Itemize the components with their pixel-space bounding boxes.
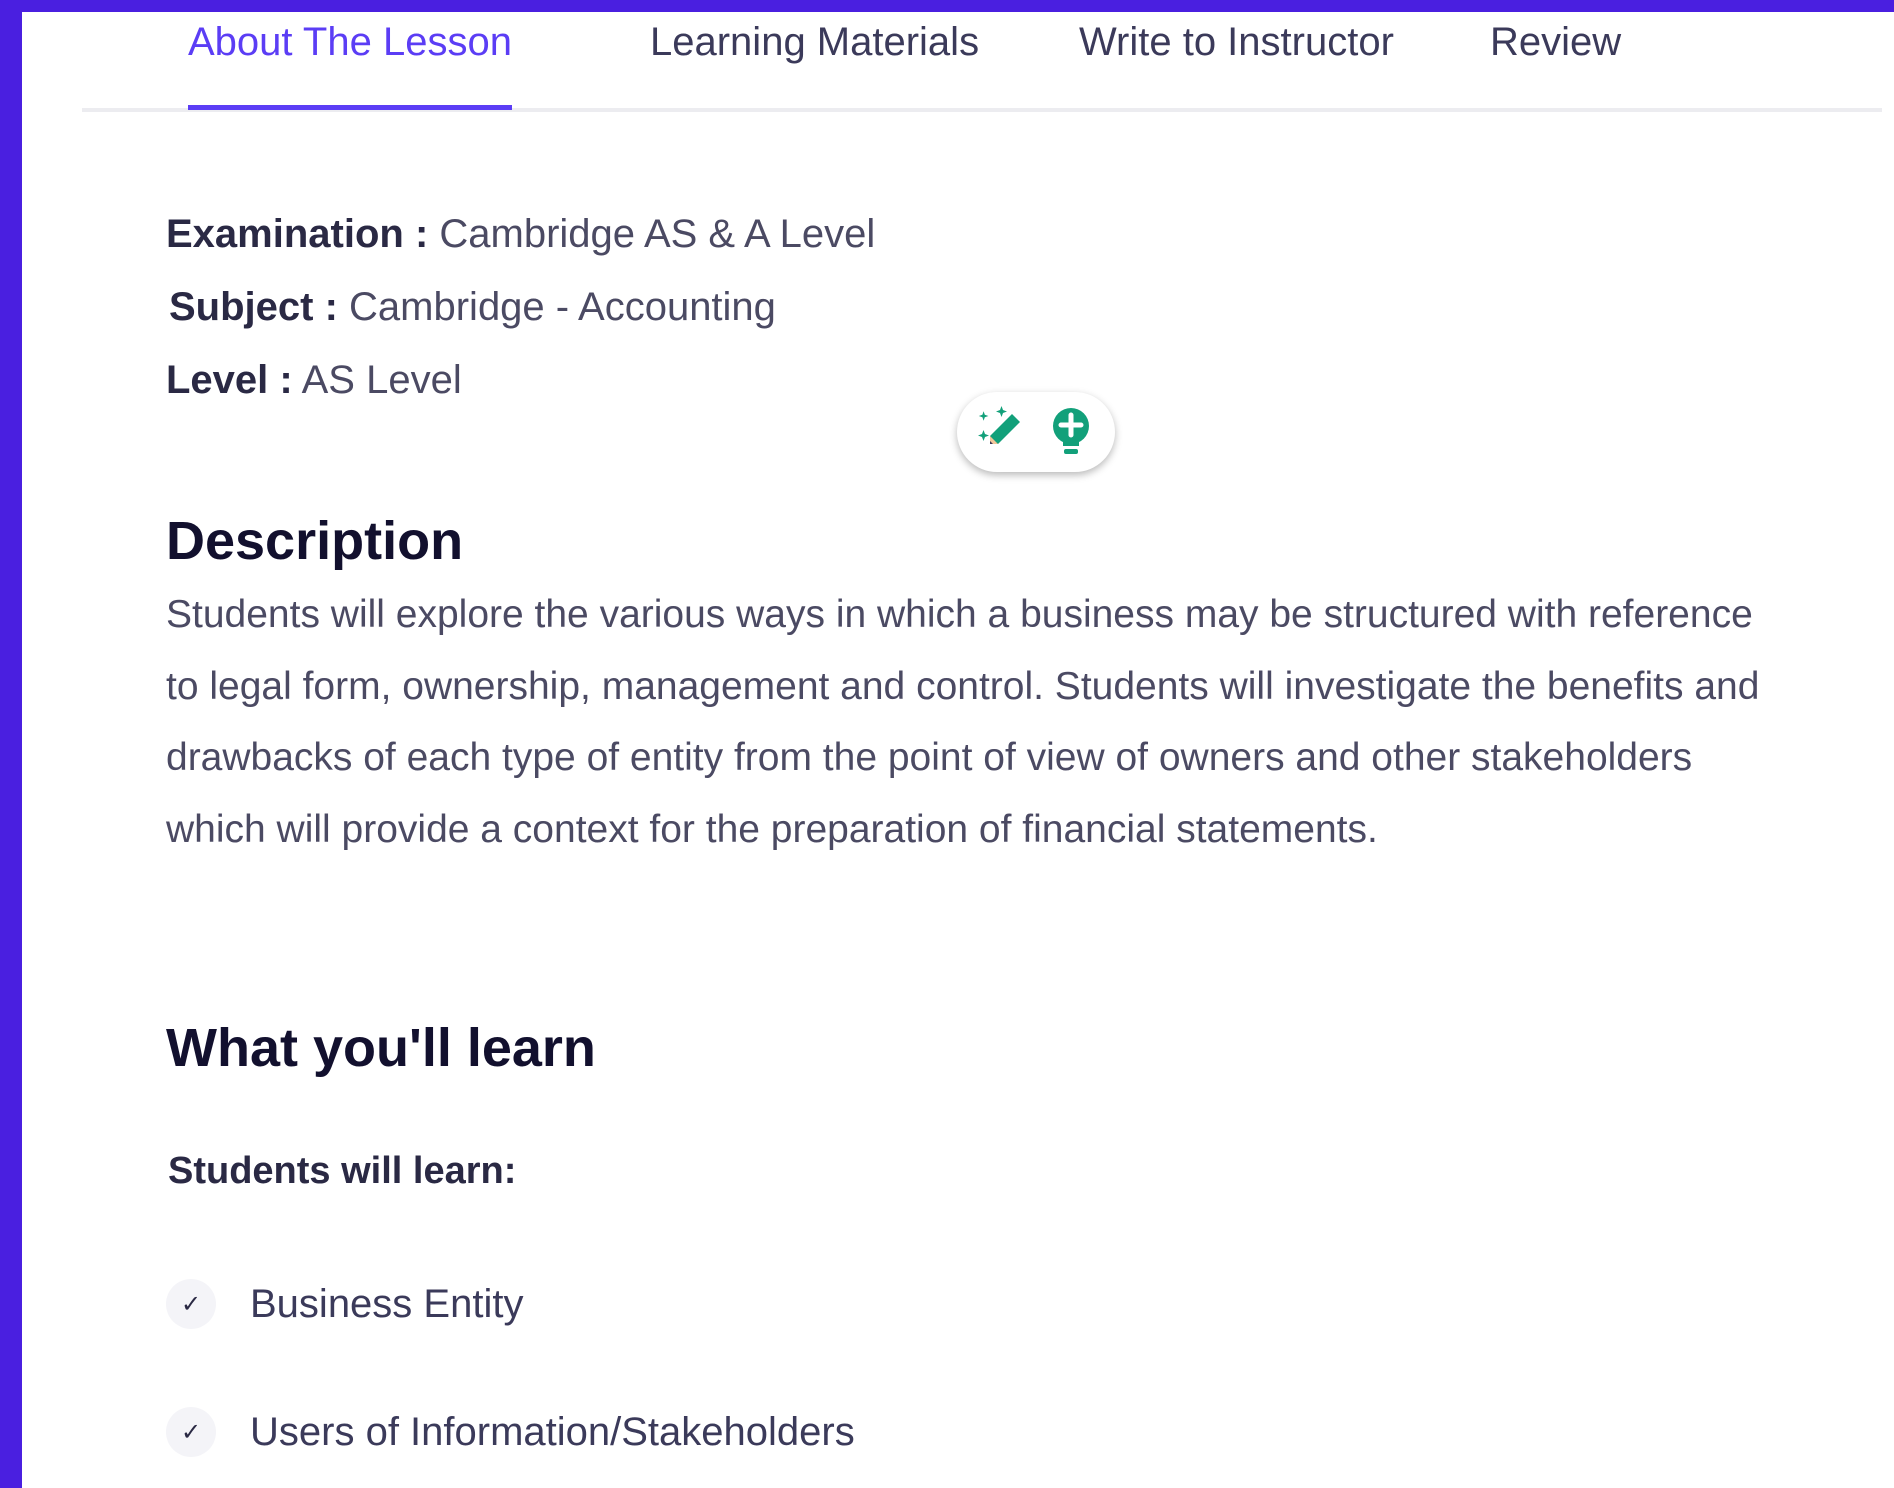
lesson-tabs: About The Lesson Learning Materials Writ… <box>82 12 1882 112</box>
examination-label: Examination : <box>166 212 429 256</box>
list-item-label: Business Entity <box>250 1281 524 1326</box>
tab-about-the-lesson[interactable]: About The Lesson <box>188 20 512 110</box>
list-item: ✓ Business Entity <box>166 1274 523 1334</box>
list-item-label: Users of Information/Stakeholders <box>250 1409 855 1454</box>
list-item: ✓ Users of Information/Stakeholders <box>166 1402 855 1462</box>
tab-learning-materials[interactable]: Learning Materials <box>650 20 979 105</box>
check-icon: ✓ <box>166 1407 216 1457</box>
level-label: Level : <box>166 358 293 402</box>
level-value: AS Level <box>301 358 462 402</box>
level-row: Level : AS Level <box>166 358 462 403</box>
learn-heading: What you'll learn <box>166 1018 596 1078</box>
description-heading: Description <box>166 511 464 571</box>
lightbulb-icon[interactable] <box>1041 402 1101 462</box>
description-text: Students will explore the various ways i… <box>166 593 1760 851</box>
tab-write-to-instructor[interactable]: Write to Instructor <box>1079 20 1394 105</box>
check-icon: ✓ <box>166 1279 216 1329</box>
subject-label: Subject : <box>169 285 338 329</box>
page-frame: About The Lesson Learning Materials Writ… <box>22 12 1894 1488</box>
magic-pencil-icon[interactable] <box>972 402 1032 462</box>
examination-row: Examination : Cambridge AS & A Level <box>166 212 875 257</box>
subject-row: Subject : Cambridge - Accounting <box>169 285 776 330</box>
tab-review[interactable]: Review <box>1490 20 1621 105</box>
floating-toolbar <box>957 392 1115 472</box>
examination-value: Cambridge AS & A Level <box>439 212 876 256</box>
subject-value: Cambridge - Accounting <box>349 285 776 329</box>
learn-lead: Students will learn: <box>168 1150 517 1192</box>
